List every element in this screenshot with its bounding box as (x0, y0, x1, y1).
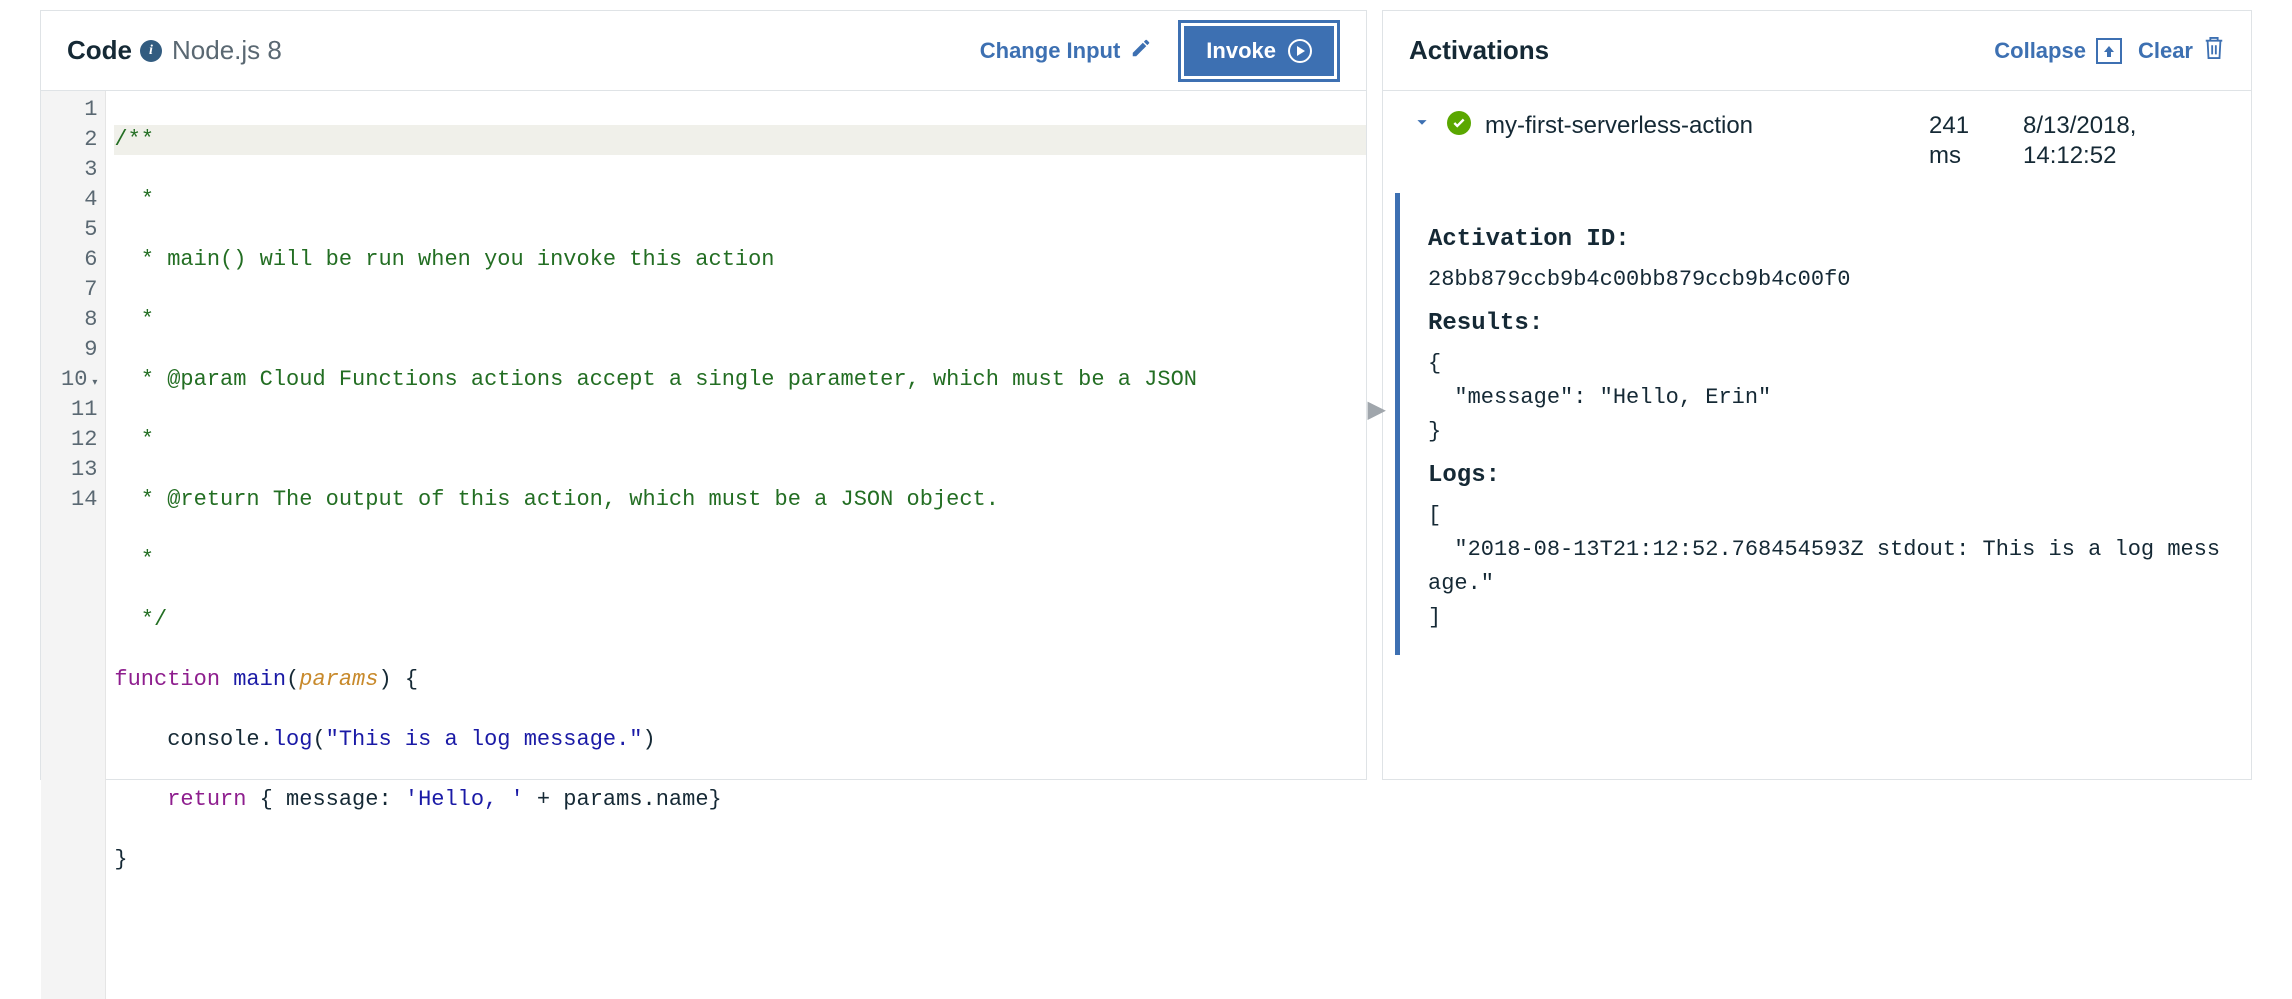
invoke-button[interactable]: Invoke (1178, 20, 1340, 82)
change-input-button[interactable]: Change Input (970, 31, 1163, 71)
code-editor[interactable]: 1 2 3 4 5 6 7 8 9 10 ▾ 11 12 13 14 /** *… (41, 91, 1366, 999)
collapse-button[interactable]: Collapse (1994, 38, 2122, 64)
logs-label: Logs: (1428, 459, 2223, 493)
activation-id-label: Activation ID: (1428, 223, 2223, 257)
chevron-down-icon[interactable] (1411, 111, 1433, 139)
code-panel: Code i Node.js 8 Change Input Invoke (40, 10, 1367, 780)
activation-duration: 241ms (1929, 111, 2009, 171)
line-number-gutter: 1 2 3 4 5 6 7 8 9 10 ▾ 11 12 13 14 (41, 91, 106, 999)
activation-id-value: 28bb879ccb9b4c00bb879ccb9b4c00f0 (1428, 263, 2223, 297)
activations-header: Activations Collapse Clear (1383, 11, 2251, 91)
panel-resize-handle[interactable]: ▶ (1368, 395, 1386, 424)
activation-detail: Activation ID: 28bb879ccb9b4c00bb879ccb9… (1395, 193, 2251, 655)
code-panel-header: Code i Node.js 8 Change Input Invoke (41, 11, 1366, 91)
runtime-label: Node.js 8 (172, 35, 282, 66)
trash-icon (2203, 35, 2225, 67)
invoke-label: Invoke (1206, 38, 1276, 64)
info-icon[interactable]: i (140, 40, 162, 62)
activations-panel: Activations Collapse Clear (1382, 10, 2252, 780)
collapse-label: Collapse (1994, 38, 2086, 64)
change-input-label: Change Input (980, 38, 1121, 64)
code-title: Code (67, 35, 132, 66)
collapse-icon (2096, 38, 2122, 64)
clear-label: Clear (2138, 38, 2193, 64)
activation-name: my-first-serverless-action (1485, 111, 1915, 141)
results-label: Results: (1428, 307, 2223, 341)
activation-row[interactable]: my-first-serverless-action 241ms 8/13/20… (1383, 91, 2251, 179)
clear-button[interactable]: Clear (2138, 35, 2225, 67)
code-body[interactable]: /** * * main() will be run when you invo… (106, 91, 1366, 999)
pencil-icon (1130, 37, 1152, 65)
activations-title: Activations (1409, 35, 1549, 66)
activation-timestamp: 8/13/2018,14:12:52 (2023, 111, 2223, 171)
status-success-icon (1447, 111, 1471, 135)
play-icon (1288, 39, 1312, 63)
results-body: { "message": "Hello, Erin" } (1428, 347, 2223, 449)
logs-body: [ "2018-08-13T21:12:52.768454593Z stdout… (1428, 499, 2223, 635)
